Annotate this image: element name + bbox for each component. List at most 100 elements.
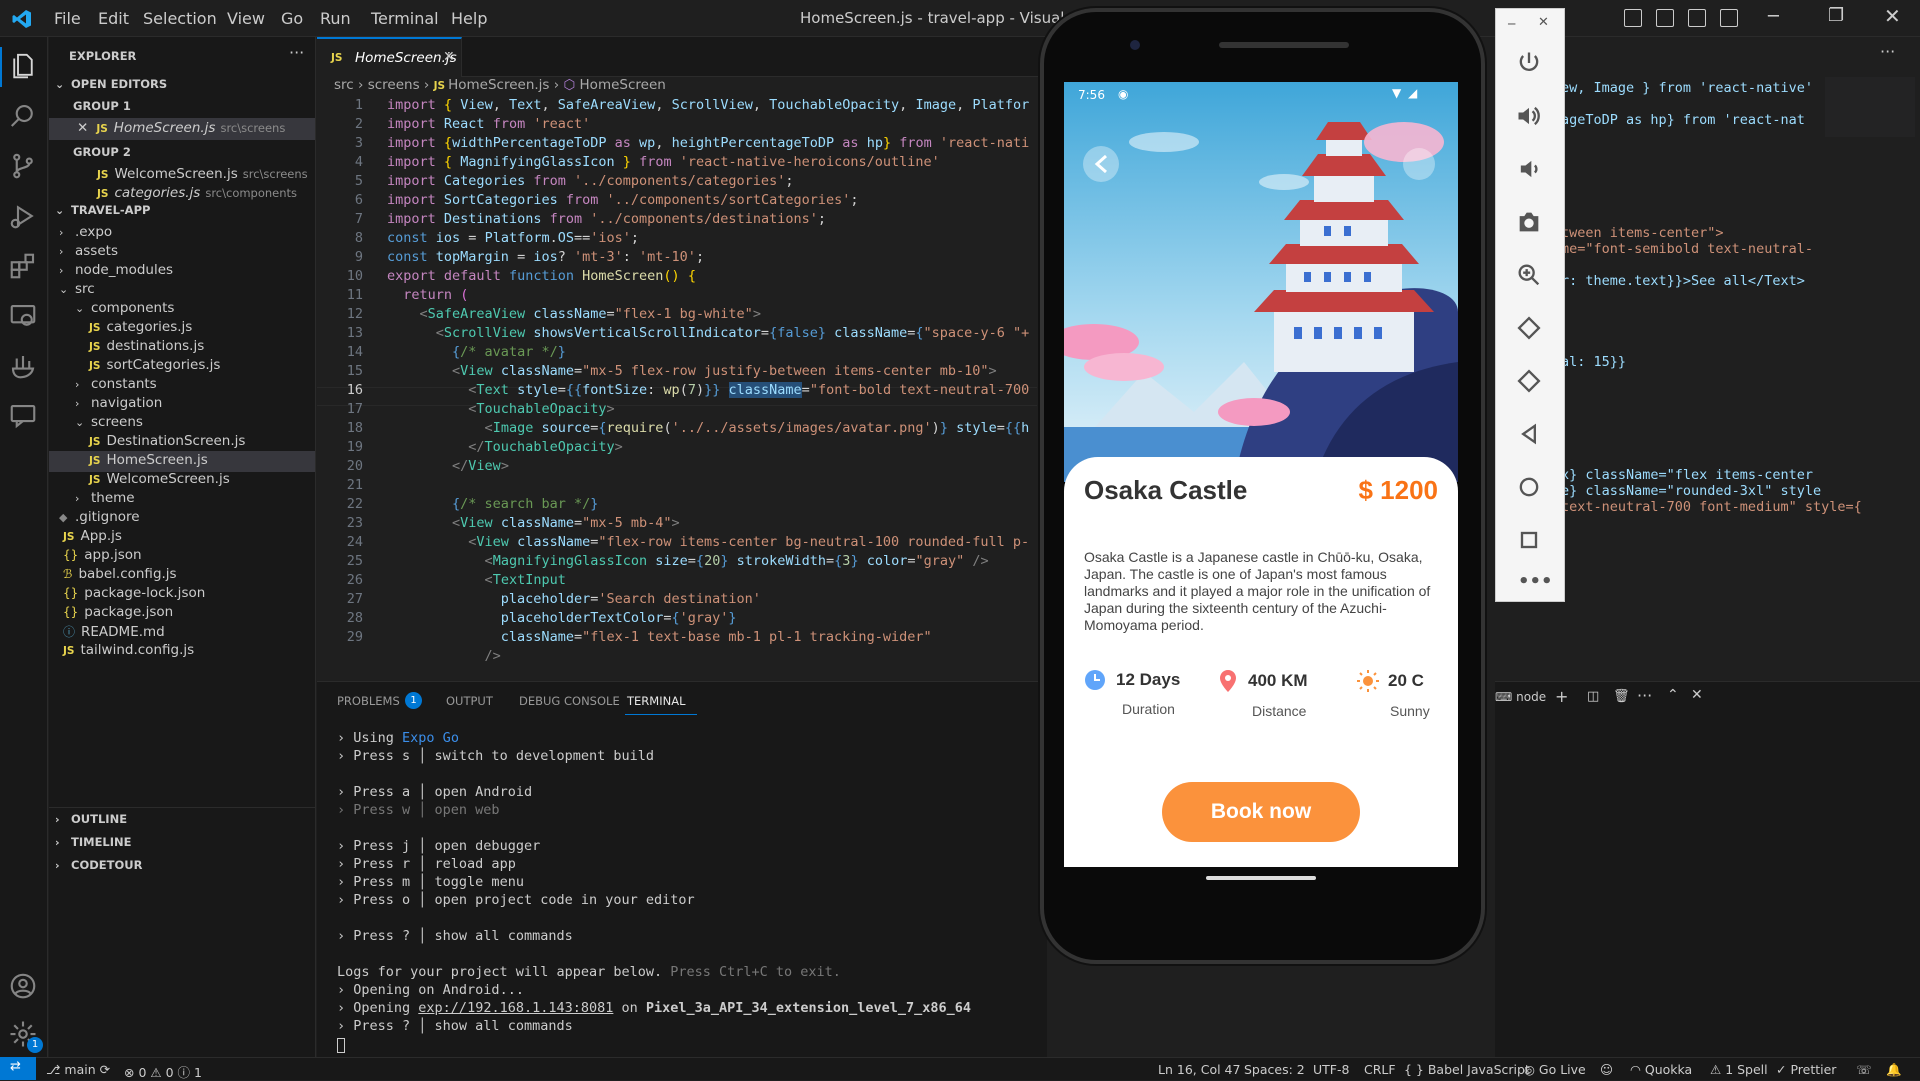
tree-file-destinations[interactable]: JS destinations.js (89, 338, 204, 354)
back-icon[interactable] (1515, 420, 1545, 450)
explorer-icon[interactable] (8, 51, 40, 83)
tab-problems[interactable]: PROBLEMS (337, 694, 400, 708)
tree-file-gitignore[interactable]: ◆ .gitignore (59, 509, 140, 525)
menu-terminal[interactable]: Terminal (371, 9, 439, 28)
source-control-icon[interactable] (8, 151, 40, 183)
feedback-icon[interactable]: ☏ (1856, 1062, 1872, 1077)
project-section[interactable]: ⌄ TRAVEL-APP (55, 203, 150, 217)
kill-terminal-icon[interactable]: 🗑 (1613, 689, 1630, 704)
accounts-icon[interactable] (8, 971, 40, 1003)
open-editor-welcomescreen[interactable]: JS WelcomeScreen.js src\screens (97, 166, 308, 182)
tree-folder-expo[interactable]: › .expo (59, 224, 112, 240)
tree-folder-screens[interactable]: ⌄ screens (75, 414, 143, 430)
split-terminal-icon[interactable]: ◫ (1587, 689, 1599, 704)
favorite-button[interactable] (1403, 148, 1435, 180)
remote-explorer-icon[interactable] (8, 301, 40, 333)
maximize-panel-icon[interactable]: ⌃ (1667, 687, 1679, 703)
tree-file-app-js[interactable]: JS App.js (63, 528, 122, 544)
tab-terminal[interactable]: TERMINAL (627, 694, 685, 708)
terminal-link[interactable]: exp://192.168.1.143:8081 (418, 1000, 613, 1016)
codetour-section[interactable]: › CODETOUR (55, 858, 142, 872)
extensions-icon[interactable] (8, 251, 40, 283)
branch-indicator[interactable]: ⎇ main ⟳ (46, 1062, 110, 1077)
tree-file-package-json[interactable]: {} package.json (63, 604, 173, 620)
camera-icon[interactable] (1515, 208, 1545, 238)
toggle-secondary-sidebar-icon[interactable] (1688, 9, 1706, 27)
toggle-sidebar-icon[interactable] (1624, 9, 1642, 27)
spell-check[interactable]: ⚠ 1 Spell (1710, 1062, 1768, 1077)
copilot-icon[interactable]: ☺ (1600, 1062, 1613, 1077)
tree-folder-components[interactable]: ⌄ components (75, 300, 174, 316)
docker-icon[interactable] (8, 351, 40, 383)
emulator-close-icon[interactable]: ✕ (1538, 15, 1549, 30)
chat-icon[interactable] (8, 401, 40, 433)
back-button[interactable] (1082, 146, 1120, 184)
menu-help[interactable]: Help (451, 9, 487, 28)
problems-indicator[interactable]: ⊗ 0 ⚠ 0 ⓘ 1 (124, 1062, 202, 1081)
go-live[interactable]: ◎ Go Live (1524, 1062, 1586, 1077)
more-actions-icon[interactable]: ··· (289, 43, 304, 62)
tree-folder-theme[interactable]: › theme (75, 490, 135, 506)
rotate-left-icon[interactable] (1515, 314, 1545, 344)
tab-homescreen[interactable]: JS HomeScreen.js ✕ (317, 37, 462, 77)
tree-file-app-json[interactable]: {} app.json (63, 547, 142, 563)
tab-output[interactable]: OUTPUT (446, 694, 493, 708)
tree-file-readme[interactable]: ⓘ README.md (63, 623, 165, 640)
tab-debug-console[interactable]: DEBUG CONSOLE (519, 694, 620, 708)
indentation[interactable]: Spaces: 2 (1244, 1062, 1305, 1077)
close-tab-icon[interactable]: ✕ (443, 49, 455, 65)
overview-icon[interactable] (1515, 526, 1545, 556)
tree-file-babel-config[interactable]: ℬbabel.config.js (63, 566, 177, 582)
tree-file-categories[interactable]: JS categories.js (89, 319, 192, 335)
minimize-icon[interactable]: ─ (1768, 6, 1779, 27)
open-editor-categories[interactable]: JS categories.js src\components (97, 185, 297, 201)
code-editor[interactable]: 1 2 3 4 5 6 7 8 9 10 11 12 13 14 15 16 17 18 19 20 21 22 23 24 2… (317, 95, 1037, 681)
breadcrumb-item[interactable]: HomeScreen.js (448, 77, 549, 93)
menu-selection[interactable]: Selection (143, 9, 217, 28)
emulator-minimize-icon[interactable]: ─ (1508, 17, 1515, 31)
cursor-position[interactable]: Ln 16, Col 47 (1158, 1062, 1240, 1077)
menu-go[interactable]: Go (281, 9, 303, 28)
tree-file-homescreen[interactable]: JS HomeScreen.js (49, 451, 315, 472)
new-terminal-icon[interactable]: + (1555, 687, 1568, 706)
customize-layout-icon[interactable] (1720, 9, 1738, 27)
home-indicator[interactable] (1206, 876, 1316, 880)
close-panel-icon[interactable]: ✕ (1691, 687, 1703, 703)
home-icon[interactable] (1515, 473, 1545, 503)
tree-file-tailwind-config[interactable]: JS tailwind.config.js (63, 642, 194, 658)
language-mode[interactable]: { } Babel JavaScript (1404, 1062, 1530, 1077)
tree-folder-assets[interactable]: › assets (59, 243, 118, 259)
tree-file-destinationscreen[interactable]: JS DestinationScreen.js (89, 433, 245, 449)
breadcrumb-item[interactable]: src (334, 77, 354, 93)
rotate-right-icon[interactable] (1515, 367, 1545, 397)
menu-view[interactable]: View (227, 9, 265, 28)
power-icon[interactable] (1515, 49, 1545, 79)
zoom-icon[interactable] (1515, 261, 1545, 291)
menu-file[interactable]: File (54, 9, 81, 28)
close-window-icon[interactable]: ✕ (1884, 4, 1901, 28)
prettier[interactable]: ✓ Prettier (1776, 1062, 1836, 1077)
menu-edit[interactable]: Edit (98, 9, 129, 28)
tree-folder-node-modules[interactable]: › node_modules (59, 262, 173, 278)
panel-more-icon[interactable]: ··· (1637, 686, 1652, 705)
minimap[interactable] (1825, 77, 1915, 137)
toggle-panel-icon[interactable] (1656, 9, 1674, 27)
more-emulator-icon[interactable]: ••• (1518, 571, 1553, 592)
tree-file-sortcategories[interactable]: JS sortCategories.js (89, 357, 220, 373)
notifications-icon[interactable]: 🔔 (1886, 1062, 1902, 1078)
breadcrumb-item[interactable]: HomeScreen (580, 77, 666, 93)
book-now-button[interactable]: Book now (1162, 782, 1360, 842)
menu-run[interactable]: Run (320, 9, 351, 28)
tree-folder-src[interactable]: ⌄ src (59, 281, 95, 297)
line-ending[interactable]: CRLF (1364, 1062, 1396, 1077)
volume-down-icon[interactable] (1515, 155, 1545, 185)
tree-file-package-lock[interactable]: {} package-lock.json (63, 585, 205, 601)
breadcrumb-item[interactable]: screens (368, 77, 420, 93)
search-icon[interactable] (8, 101, 40, 133)
editor-more-icon[interactable]: ··· (1880, 42, 1895, 61)
open-editors-section[interactable]: ⌄ OPEN EDITORS (55, 77, 167, 91)
tree-folder-constants[interactable]: › constants (75, 376, 157, 392)
tree-folder-navigation[interactable]: › navigation (75, 395, 162, 411)
open-editor-homescreen[interactable]: ✕ JS HomeScreen.js src\screens (49, 118, 315, 140)
terminal-instance[interactable]: ⌨ node (1495, 690, 1546, 704)
